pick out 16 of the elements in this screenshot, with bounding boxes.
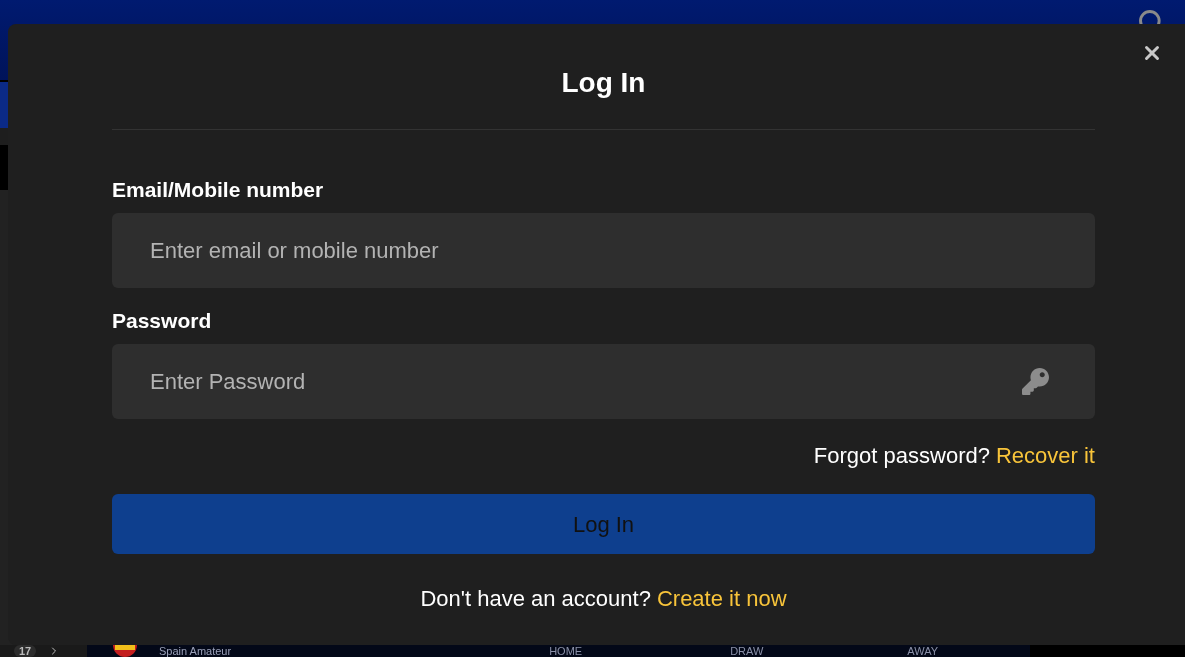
forgot-password-text: Forgot password? xyxy=(813,442,990,470)
email-field[interactable]: Enter email or mobile number xyxy=(112,213,1095,288)
no-account-text: Don't have an account? xyxy=(420,585,651,613)
flag-icon xyxy=(113,645,137,657)
field-label: Password xyxy=(112,308,212,334)
key-icon[interactable] xyxy=(1022,368,1049,395)
column-heading: DRAW xyxy=(730,645,764,657)
column-heading: AWAY xyxy=(907,645,939,657)
password-field[interactable]: Enter Password xyxy=(112,344,1095,419)
create-account-link[interactable]: Create it now xyxy=(656,585,787,613)
league-name: Spain Amateur xyxy=(159,645,232,657)
row-number: 17 xyxy=(14,645,37,657)
dialog-title: Log In xyxy=(561,66,646,100)
field-label: Email/Mobile number xyxy=(112,177,324,203)
recover-link[interactable]: Recover it xyxy=(995,442,1095,470)
column-heading: HOME xyxy=(549,645,583,657)
